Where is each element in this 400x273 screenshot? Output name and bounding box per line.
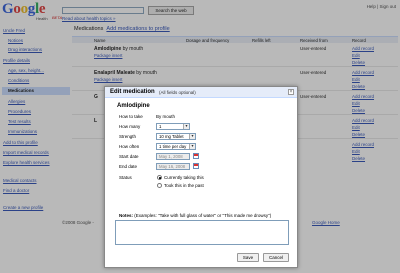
close-icon[interactable]: ×: [288, 89, 294, 95]
start-date-input[interactable]: May 1, 2008: [156, 153, 190, 160]
medication-name-heading: Amlodipine: [117, 103, 150, 109]
status-current-radio[interactable]: [157, 175, 162, 180]
dialog-title: Edit medication: [110, 89, 155, 95]
how-many-select[interactable]: 1 ▼: [156, 123, 190, 130]
end-date-label: End date: [119, 164, 138, 169]
chevron-down-icon: ▼: [189, 134, 195, 139]
status-current-label[interactable]: Currently taking this: [164, 175, 204, 180]
cancel-button[interactable]: Cancel: [263, 253, 289, 262]
notes-hint: (Examples: "Take with full glass of wate…: [134, 213, 272, 218]
strength-select[interactable]: 10 mg Tablet ▼: [156, 133, 196, 140]
calendar-icon[interactable]: [193, 153, 199, 159]
end-date-input[interactable]: May 16, 2008: [156, 163, 190, 170]
how-many-value: 1: [159, 124, 162, 129]
how-often-select[interactable]: 1 time per day ▼: [156, 143, 196, 150]
how-to-take-label: How to take: [119, 114, 143, 119]
how-many-label: How many: [119, 124, 141, 129]
status-past-label[interactable]: Took this in the past: [164, 183, 204, 188]
chevron-down-icon: ▼: [183, 124, 189, 129]
chevron-down-icon: ▼: [189, 144, 195, 149]
notes-label-row: Notes: (Examples: "Take with full glass …: [119, 213, 271, 218]
save-button[interactable]: Save: [237, 253, 259, 262]
edit-medication-dialog: Edit medication (All fields optional) × …: [104, 86, 298, 268]
how-often-value: 1 time per day: [159, 144, 187, 149]
notes-label: Notes:: [119, 213, 134, 218]
how-often-label: How often: [119, 144, 140, 149]
notes-textarea[interactable]: [115, 220, 289, 245]
strength-value: 10 mg Tablet: [159, 134, 184, 139]
strength-label: Strength: [119, 134, 137, 139]
status-past-radio[interactable]: [157, 183, 162, 188]
dialog-titlebar: Edit medication (All fields optional) ×: [105, 87, 297, 98]
calendar-icon[interactable]: [193, 163, 199, 169]
start-date-label: Start date: [119, 154, 139, 159]
status-label: Status: [119, 175, 132, 180]
how-to-take-value: By mouth: [156, 114, 176, 119]
dialog-subtitle: (All fields optional): [159, 90, 196, 95]
